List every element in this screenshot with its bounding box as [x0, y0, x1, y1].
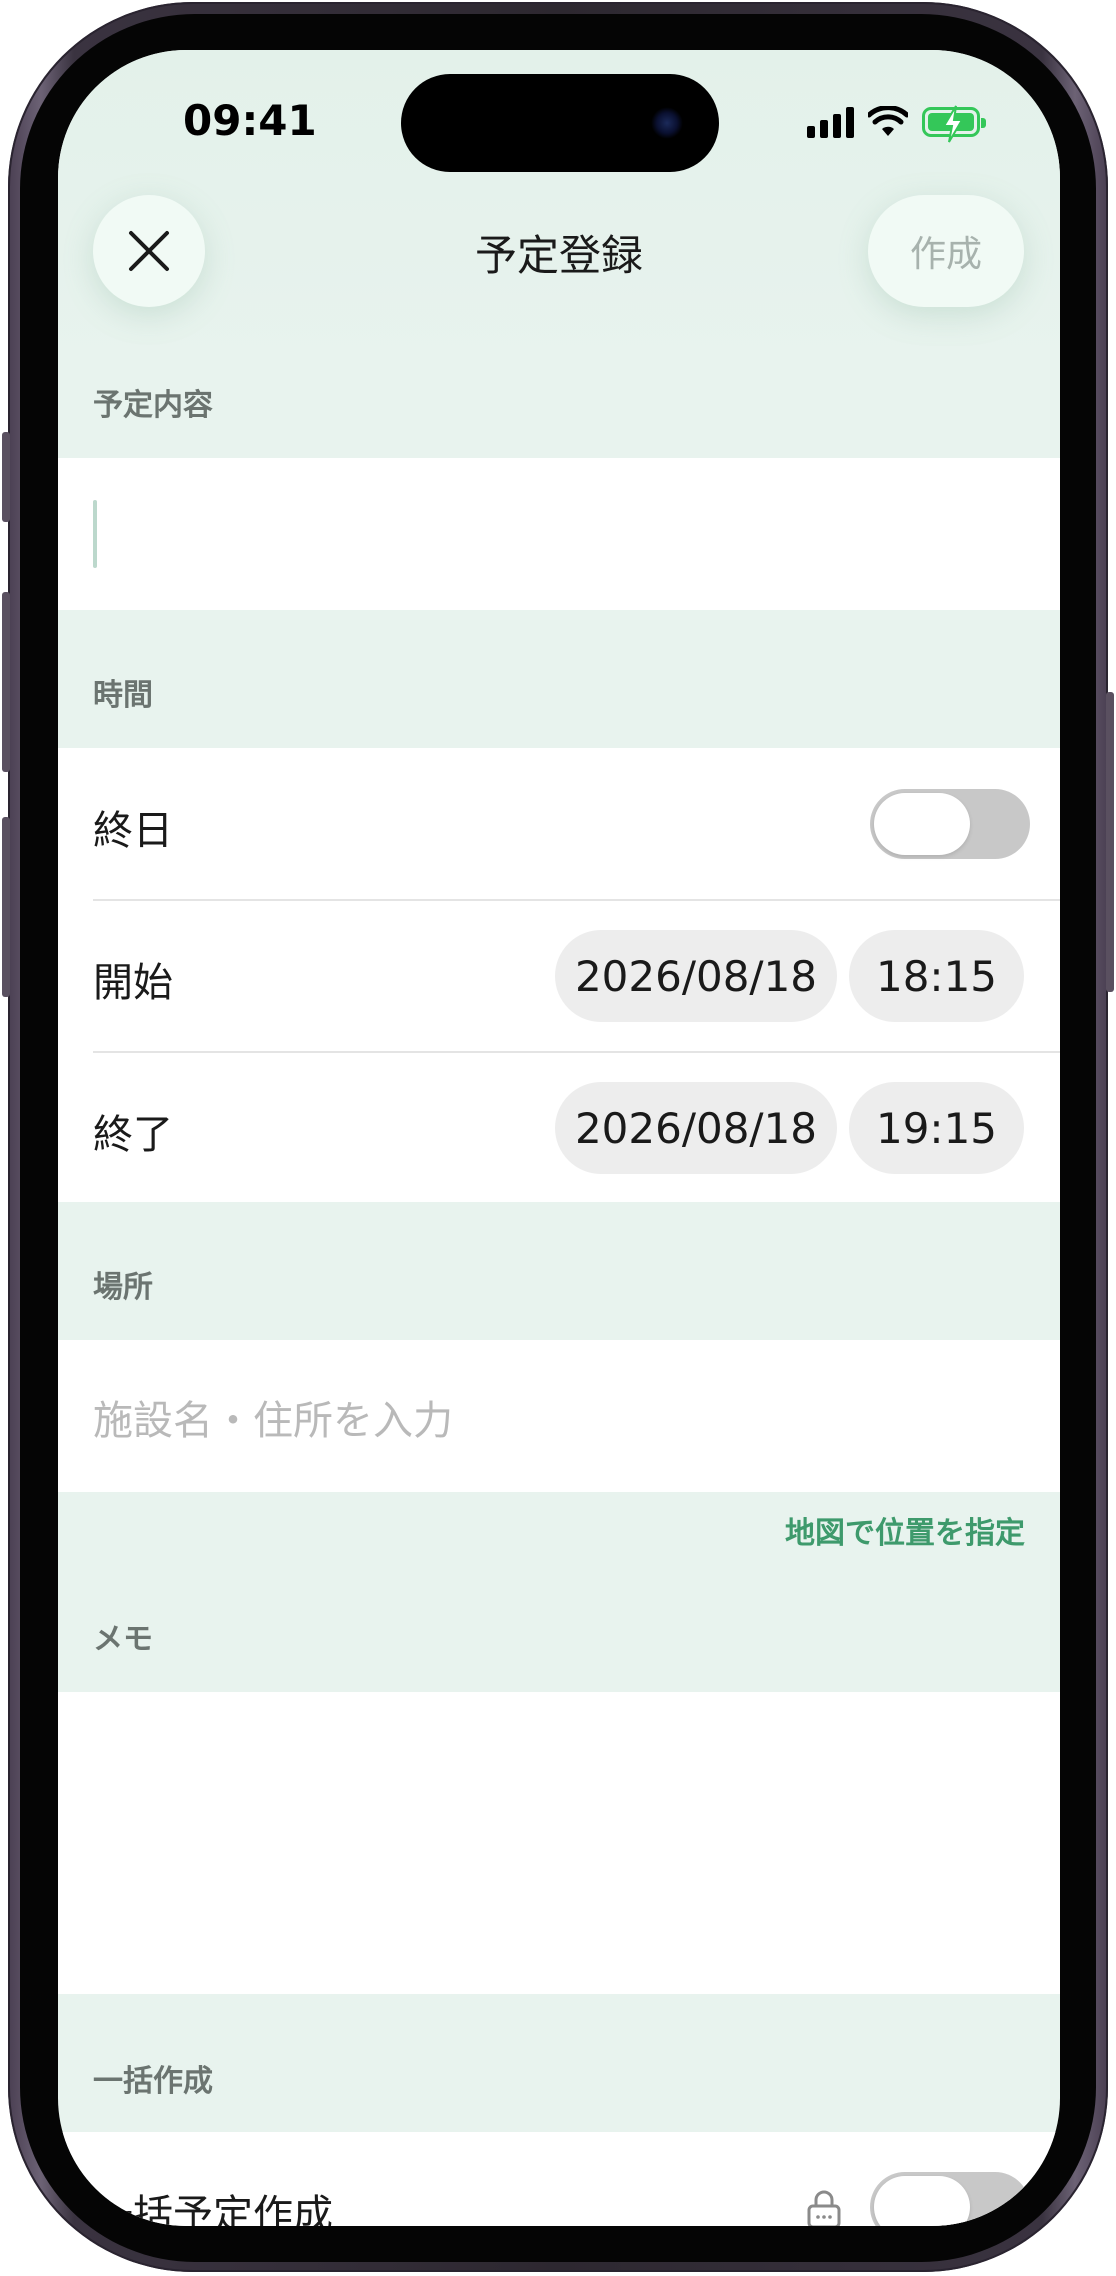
- memo-input[interactable]: [58, 1692, 1060, 1994]
- start-label: 開始: [93, 960, 173, 1006]
- volume-up-button: [2, 592, 10, 772]
- volume-down-button: [2, 817, 10, 997]
- all-day-toggle[interactable]: [870, 789, 1030, 859]
- bulk-create-toggle[interactable]: [870, 2172, 1030, 2226]
- map-location-link[interactable]: 地図で位置を指定: [785, 1508, 1025, 1552]
- create-button[interactable]: 作成: [868, 195, 1024, 307]
- power-button: [1106, 692, 1114, 992]
- all-day-label: 終日: [93, 808, 173, 854]
- end-label: 終了: [93, 1112, 173, 1158]
- status-icons: [807, 102, 986, 143]
- section-header-content: 予定内容: [93, 388, 213, 423]
- text-cursor: [93, 500, 97, 568]
- bulk-create-label: 一括予定作成: [93, 2192, 333, 2226]
- action-button: [2, 432, 10, 522]
- section-header-location: 場所: [93, 1270, 153, 1305]
- start-time-button[interactable]: 18:15: [849, 930, 1024, 1022]
- end-time-button[interactable]: 19:15: [849, 1082, 1024, 1174]
- cellular-signal-icon: [807, 106, 854, 138]
- screen: 09:41 予定登録 作成 予定内容 時間 終日 開始 2026/08/18 1…: [58, 50, 1060, 2226]
- status-time: 09:41: [183, 96, 317, 145]
- location-input[interactable]: 施設名・住所を入力: [58, 1340, 1060, 1492]
- section-header-memo: メモ: [93, 1622, 153, 1657]
- battery-charging-icon: [922, 105, 986, 143]
- location-placeholder: 施設名・住所を入力: [93, 1398, 453, 1444]
- section-header-time: 時間: [93, 678, 153, 713]
- camera-icon: [651, 107, 683, 139]
- section-header-bulk: 一括作成: [93, 2064, 213, 2099]
- title-input[interactable]: [58, 458, 1060, 610]
- dynamic-island: [401, 74, 719, 172]
- start-date-button[interactable]: 2026/08/18: [555, 930, 837, 1022]
- wifi-icon: [868, 106, 908, 136]
- time-group: 終日 開始 2026/08/18 18:15 終了 2026/08/18 19:…: [58, 748, 1060, 1202]
- end-date-button[interactable]: 2026/08/18: [555, 1082, 837, 1174]
- bulk-row: 一括予定作成: [58, 2132, 1060, 2226]
- lock-icon: [807, 2190, 841, 2226]
